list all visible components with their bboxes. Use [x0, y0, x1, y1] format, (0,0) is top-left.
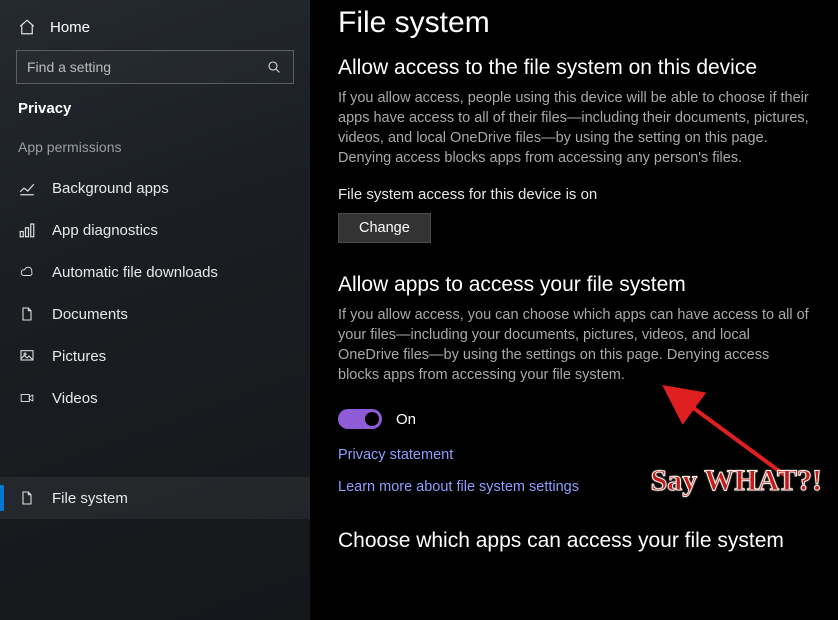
- chart-icon: [18, 179, 36, 197]
- sidebar-item-app-diagnostics[interactable]: App diagnostics: [0, 209, 310, 251]
- privacy-statement-link[interactable]: Privacy statement: [338, 443, 453, 467]
- cloud-icon: [18, 263, 36, 281]
- sidebar-item-label: Videos: [52, 390, 98, 407]
- picture-icon: [18, 347, 36, 365]
- learn-more-link[interactable]: Learn more about file system settings: [338, 475, 579, 499]
- video-icon: [18, 389, 36, 407]
- section-heading-device-access: Allow access to the file system on this …: [338, 56, 810, 88]
- toggle-state-label: On: [396, 411, 416, 428]
- section-title: App permissions: [0, 139, 310, 167]
- sidebar-item-pictures[interactable]: Pictures: [0, 335, 310, 377]
- sidebar-item-label: App diagnostics: [52, 222, 158, 239]
- settings-search[interactable]: [16, 50, 294, 84]
- sidebar-item-documents[interactable]: Documents: [0, 293, 310, 335]
- apps-access-toggle[interactable]: [338, 409, 382, 429]
- document-icon: [18, 489, 36, 507]
- home-label: Home: [50, 19, 90, 36]
- home-nav[interactable]: Home: [0, 10, 310, 50]
- sidebar-item-background-apps[interactable]: Background apps: [0, 167, 310, 209]
- settings-content: File system Allow access to the file sys…: [310, 0, 838, 620]
- section-body: If you allow access, you can choose whic…: [338, 305, 810, 403]
- page-title: File system: [338, 0, 810, 56]
- category-header: Privacy: [0, 100, 310, 139]
- sidebar-item-label: Background apps: [52, 180, 169, 197]
- home-icon: [18, 18, 36, 36]
- diagnostics-icon: [18, 221, 36, 239]
- sidebar-item-label: Automatic file downloads: [52, 264, 218, 281]
- document-icon: [18, 305, 36, 323]
- sidebar-item-file-system[interactable]: File system: [0, 477, 310, 519]
- section-body: If you allow access, people using this d…: [338, 88, 810, 186]
- sidebar-item-label: File system: [52, 490, 128, 507]
- search-icon: [265, 58, 283, 76]
- section-heading-choose-apps: Choose which apps can access your file s…: [338, 529, 810, 561]
- search-input[interactable]: [27, 59, 247, 75]
- device-access-status: File system access for this device is on: [338, 186, 810, 213]
- sidebar-item-label: Documents: [52, 306, 128, 323]
- section-heading-apps-access: Allow apps to access your file system: [338, 273, 810, 305]
- sidebar-item-label: Pictures: [52, 348, 106, 365]
- change-button[interactable]: Change: [338, 213, 431, 243]
- sidebar-item-auto-downloads[interactable]: Automatic file downloads: [0, 251, 310, 293]
- sidebar-item-videos[interactable]: Videos: [0, 377, 310, 419]
- settings-sidebar: Home Privacy App permissions Background …: [0, 0, 310, 620]
